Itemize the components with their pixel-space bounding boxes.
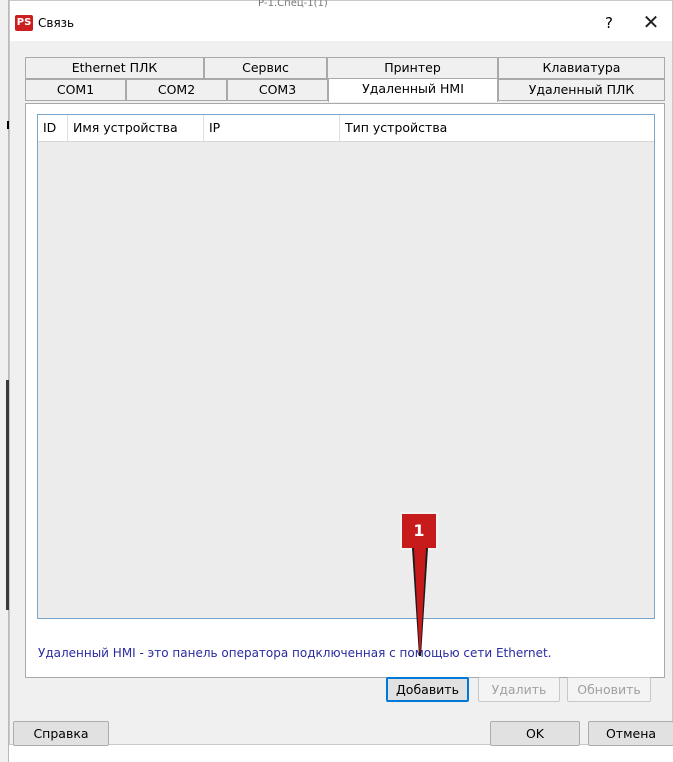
tab-ethernet-plc[interactable]: Ethernet ПЛК <box>25 57 204 79</box>
column-header-device-name[interactable]: Имя устройства <box>68 115 204 141</box>
title-bar: Р-1.Спец-1(1) PS Связь ? ✕ <box>10 0 672 41</box>
devices-table[interactable]: ID Имя устройства IP Тип устройства <box>37 114 655 619</box>
help-button[interactable]: Справка <box>13 721 109 746</box>
tab-com3[interactable]: COM3 <box>227 79 328 101</box>
table-header: ID Имя устройства IP Тип устройства <box>38 115 654 142</box>
help-question-button[interactable]: ? <box>598 13 620 33</box>
tab-panel-remote-hmi: ID Имя устройства IP Тип устройства Удал… <box>25 103 665 702</box>
tab-service[interactable]: Сервис <box>204 57 327 79</box>
tab-remote-hmi[interactable]: Удаленный HMI <box>328 78 498 102</box>
column-header-id[interactable]: ID <box>38 115 68 141</box>
cancel-button[interactable]: Отмена <box>588 721 673 746</box>
window-title: Связь <box>38 16 75 30</box>
background-file-label: Р-1.Спец-1(1) <box>258 0 328 9</box>
close-icon[interactable]: ✕ <box>638 9 664 35</box>
column-header-device-type[interactable]: Тип устройства <box>340 115 654 141</box>
refresh-button[interactable]: Обновить <box>567 677 651 702</box>
add-button[interactable]: Добавить <box>386 677 469 702</box>
tab-remote-plc[interactable]: Удаленный ПЛК <box>498 79 665 101</box>
ok-button[interactable]: OK <box>490 721 580 746</box>
tab-printer[interactable]: Принтер <box>327 57 498 79</box>
delete-button[interactable]: Удалить <box>478 677 560 702</box>
communication-dialog: Р-1.Спец-1(1) PS Связь ? ✕ Ethernet ПЛК … <box>9 0 673 746</box>
description-text: Удаленный HMI - это панель оператора под… <box>38 646 552 660</box>
tab-com2[interactable]: COM2 <box>126 79 227 101</box>
column-header-ip[interactable]: IP <box>204 115 340 141</box>
annotation-number-badge: 1 <box>400 512 438 550</box>
tab-keyboard[interactable]: Клавиатура <box>498 57 665 79</box>
app-logo-icon: PS <box>15 15 33 31</box>
annotation-arrow-icon <box>412 548 428 656</box>
tab-com1[interactable]: COM1 <box>25 79 126 101</box>
